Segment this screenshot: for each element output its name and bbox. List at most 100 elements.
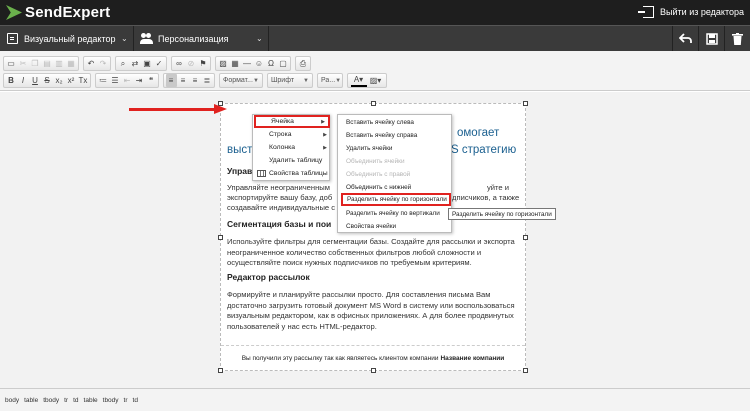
chevron-down-icon: ▼ bbox=[335, 77, 342, 84]
resize-handle[interactable] bbox=[523, 235, 528, 240]
indent-icon[interactable]: ⇥ bbox=[134, 74, 145, 87]
resize-handle[interactable] bbox=[371, 101, 376, 106]
section-text: одписчиков, а также bbox=[448, 193, 520, 202]
submenu-item-split-horizontal[interactable]: Разделить ячейку по горизонтали bbox=[341, 193, 451, 206]
action-buttons bbox=[672, 26, 750, 51]
paste-icon[interactable]: ▤ bbox=[42, 57, 53, 70]
undo-button[interactable] bbox=[672, 26, 698, 51]
toolbar-group-print: ⎙ bbox=[295, 56, 311, 71]
context-item-label: Ячейка bbox=[271, 118, 294, 125]
paste-word-icon[interactable]: ▦ bbox=[66, 57, 77, 70]
path-item[interactable]: tbody bbox=[103, 397, 119, 404]
resize-handle[interactable] bbox=[218, 235, 223, 240]
iframe-icon[interactable]: ▢ bbox=[278, 57, 289, 70]
submenu-item-label: Удалить ячейки bbox=[346, 145, 393, 152]
spellcheck-icon[interactable]: ✓ bbox=[154, 57, 165, 70]
chevron-down-icon[interactable]: ⌄ bbox=[121, 34, 128, 43]
submenu-item-insert-left[interactable]: Вставить ячейку слева bbox=[339, 116, 452, 129]
delete-button[interactable] bbox=[724, 26, 750, 51]
toolbar-group-edit: ▭ ✂ ❐ ▤ ▥ ▦ bbox=[3, 56, 79, 71]
font-dropdown[interactable]: Шрифт ▼ bbox=[267, 73, 313, 88]
submenu-item-cell-properties[interactable]: Свойства ячейки bbox=[339, 220, 452, 233]
anchor-icon[interactable]: ⚑ bbox=[198, 57, 209, 70]
background-color-icon[interactable]: ▨▾ bbox=[368, 74, 384, 87]
subscript-icon[interactable]: x₂ bbox=[54, 74, 65, 87]
source-icon[interactable]: ▭ bbox=[6, 57, 17, 70]
context-item-row[interactable]: Строка ▶ bbox=[254, 128, 330, 141]
path-item[interactable]: tr bbox=[124, 397, 128, 404]
print-icon[interactable]: ⎙ bbox=[298, 57, 309, 70]
resize-handle[interactable] bbox=[523, 101, 528, 106]
formatting-toolbar: ▭ ✂ ❐ ▤ ▥ ▦ ↶ ↷ ⌕ ⇄ ▣ ✓ ∞ ⊘ ⚑ ▨ ▦ — ☺ Ω bbox=[0, 51, 750, 91]
horizontal-line-icon[interactable]: — bbox=[242, 57, 253, 70]
unlink-icon[interactable]: ⊘ bbox=[186, 57, 197, 70]
submenu-item-delete-cells[interactable]: Удалить ячейки bbox=[339, 142, 452, 155]
submenu-item-label: Вставить ячейку слева bbox=[346, 119, 414, 126]
logo: SendExpert bbox=[6, 4, 110, 21]
submenu-item-split-vertical[interactable]: Разделить ячейку по вертикали bbox=[339, 207, 452, 220]
context-item-column[interactable]: Колонка ▶ bbox=[254, 141, 330, 154]
exit-editor-button[interactable]: Выйти из редактора bbox=[638, 4, 744, 20]
font-dropdown-label: Шрифт bbox=[271, 77, 295, 84]
numbered-list-icon[interactable]: ≔ bbox=[98, 74, 109, 87]
bold-icon[interactable]: B bbox=[6, 74, 17, 87]
cut-icon[interactable]: ✂ bbox=[18, 57, 29, 70]
path-item[interactable]: table bbox=[84, 397, 98, 404]
path-item[interactable]: table bbox=[24, 397, 38, 404]
document-icon bbox=[7, 33, 18, 44]
format-dropdown[interactable]: Формат... ▼ bbox=[219, 73, 263, 88]
toolbar-row-1: ▭ ✂ ❐ ▤ ▥ ▦ ↶ ↷ ⌕ ⇄ ▣ ✓ ∞ ⊘ ⚑ ▨ ▦ — ☺ Ω bbox=[3, 55, 315, 72]
replace-icon[interactable]: ⇄ bbox=[130, 57, 141, 70]
italic-icon[interactable]: I bbox=[18, 74, 29, 87]
superscript-icon[interactable]: x² bbox=[66, 74, 77, 87]
submenu-item-insert-right[interactable]: Вставить ячейку справа bbox=[339, 129, 452, 142]
special-char-icon[interactable]: Ω bbox=[266, 57, 277, 70]
align-justify-icon[interactable]: ≣ bbox=[202, 74, 213, 87]
visual-editor-menu[interactable]: Визуальный редактор bbox=[7, 26, 116, 51]
blockquote-icon[interactable]: ❝ bbox=[146, 74, 157, 87]
text-color-icon[interactable]: A▾ bbox=[350, 74, 367, 87]
underline-icon[interactable]: U bbox=[30, 74, 41, 87]
outdent-icon[interactable]: ⇤ bbox=[122, 74, 133, 87]
path-item[interactable]: body bbox=[5, 397, 19, 404]
submenu-item-label: Разделить ячейку по горизонтали bbox=[347, 196, 447, 203]
copy-icon[interactable]: ❐ bbox=[30, 57, 41, 70]
path-item[interactable]: td bbox=[133, 397, 138, 404]
path-item[interactable]: td bbox=[73, 397, 78, 404]
section-text: создавайте индивидуальные с bbox=[227, 203, 336, 212]
toolbar-group-insert: ▨ ▦ — ☺ Ω ▢ bbox=[215, 56, 291, 71]
paste-text-icon[interactable]: ▥ bbox=[54, 57, 65, 70]
context-item-delete-table[interactable]: Удалить таблицу bbox=[254, 154, 330, 167]
trash-icon bbox=[732, 32, 743, 45]
submenu-item-merge-right: Объединить с правой bbox=[339, 168, 452, 181]
path-item[interactable]: tr bbox=[64, 397, 68, 404]
undo-icon bbox=[679, 33, 692, 43]
align-right-icon[interactable]: ≡ bbox=[190, 74, 201, 87]
strikethrough-icon[interactable]: S bbox=[42, 74, 53, 87]
toolbar-row-2: B I U S x₂ x² Tx ≔ ☰ ⇤ ⇥ ❝ ≡ ≡ ≡ ≣ Форма… bbox=[3, 72, 391, 89]
table-icon[interactable]: ▦ bbox=[230, 57, 241, 70]
link-icon[interactable]: ∞ bbox=[174, 57, 185, 70]
personalization-menu[interactable]: Персонализация bbox=[140, 26, 229, 51]
context-item-cell[interactable]: Ячейка ▶ bbox=[254, 115, 330, 128]
submenu-item-label: Объединить ячейки bbox=[346, 158, 405, 165]
select-all-icon[interactable]: ▣ bbox=[142, 57, 153, 70]
format-dropdown-label: Формат... bbox=[223, 77, 253, 84]
chevron-down-icon[interactable]: ⌄ bbox=[256, 34, 263, 43]
section-text: экспортируйте вашу базу, доб bbox=[227, 193, 333, 202]
align-center-icon[interactable]: ≡ bbox=[178, 74, 189, 87]
section-heading: Сегментация базы и пои bbox=[227, 219, 332, 229]
smiley-icon[interactable]: ☺ bbox=[254, 57, 265, 70]
size-dropdown[interactable]: Ра... ▼ bbox=[317, 73, 343, 88]
find-icon[interactable]: ⌕ bbox=[118, 57, 129, 70]
save-button[interactable] bbox=[698, 26, 724, 51]
path-item[interactable]: tbody bbox=[43, 397, 59, 404]
bulleted-list-icon[interactable]: ☰ bbox=[110, 74, 121, 87]
remove-format-icon[interactable]: Tx bbox=[78, 74, 89, 87]
undo-icon[interactable]: ↶ bbox=[86, 57, 97, 70]
redo-icon[interactable]: ↷ bbox=[98, 57, 109, 70]
context-item-table-properties[interactable]: Свойства таблицы bbox=[254, 167, 330, 180]
image-icon[interactable]: ▨ bbox=[218, 57, 229, 70]
align-left-icon[interactable]: ≡ bbox=[165, 74, 177, 87]
toolbar-group-links: ∞ ⊘ ⚑ bbox=[171, 56, 211, 71]
